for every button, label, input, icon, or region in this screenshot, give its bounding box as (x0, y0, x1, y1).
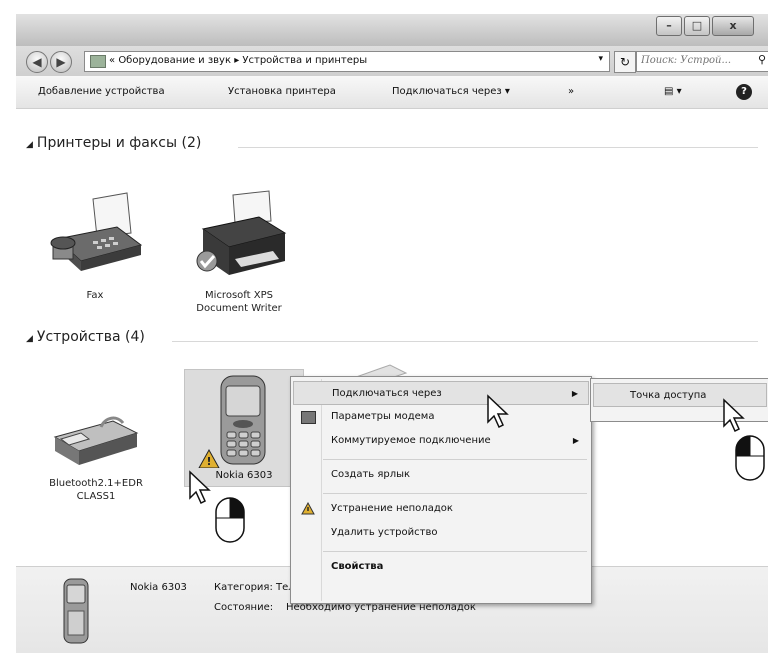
devices-printers-window: – □ x ◀ ▶ « Оборудование и звук ▸ Устрой… (16, 14, 768, 653)
mouse-pointer-icon (189, 470, 211, 505)
back-arrow-icon: ◀ (32, 55, 42, 69)
menu-item-modem-params[interactable]: Параметры модема (293, 405, 589, 429)
mouse-pointer-icon (487, 394, 509, 429)
fax-icon (50, 192, 143, 271)
command-bar: Добавление устройства Установка принтера… (16, 76, 768, 109)
menu-item-label: Удалить устройство (331, 527, 438, 538)
details-device-name: Nokia 6303 (130, 582, 187, 593)
menu-item-label: Коммутируемое подключение (331, 435, 491, 446)
menu-item-connect-via[interactable]: Подключаться через ▶ (293, 381, 589, 405)
search-box[interactable]: ⚲ (636, 51, 768, 72)
minimize-button[interactable]: – (656, 16, 682, 36)
breadcrumb: « Оборудование и звук ▸ Устройства и при… (109, 54, 367, 68)
address-bar[interactable]: « Оборудование и звук ▸ Устройства и при… (84, 51, 610, 72)
menu-item-dialup[interactable]: Коммутируемое подключение ▶ (293, 429, 589, 453)
menu-separator (323, 493, 587, 494)
details-status-label: Состояние: (214, 602, 274, 613)
xps-writer-label: Microsoft XPS Document Writer (196, 290, 282, 314)
maximize-button[interactable]: □ (684, 16, 710, 36)
menu-item-remove-device[interactable]: Удалить устройство (293, 521, 589, 545)
bluetooth-adapter-label: Bluetooth2.1+EDR CLASS1 (49, 478, 143, 502)
more-commands-button[interactable]: » (568, 76, 574, 108)
menu-item-troubleshoot[interactable]: Устранение неполадок (293, 497, 589, 521)
printers-group-title: Принтеры и факсы (2) (36, 135, 202, 151)
fax-label: Fax (86, 290, 104, 301)
menu-item-label: Подключаться через (332, 388, 442, 399)
svg-text:!: ! (206, 455, 211, 468)
collapse-triangle-icon[interactable]: ◢ (26, 140, 33, 150)
search-input[interactable] (641, 52, 751, 69)
xps-writer-device[interactable]: Microsoft XPS Document Writer (184, 189, 294, 315)
menu-separator (323, 551, 587, 552)
mobile-phone-thumbnail-icon (63, 578, 89, 644)
menu-separator (323, 459, 587, 460)
menu-item-label: Точка доступа (630, 390, 707, 401)
maximize-icon: □ (691, 19, 703, 32)
back-button[interactable]: ◀ (26, 51, 48, 73)
menu-item-label: Создать ярлык (331, 469, 411, 480)
address-dropdown-icon[interactable]: ▾ (598, 54, 603, 64)
modem-icon (301, 411, 316, 424)
printer-icon (196, 190, 287, 275)
mouse-pointer-icon (723, 398, 745, 433)
printers-group-header[interactable]: ◢ Принтеры и факсы (2) (26, 135, 201, 151)
details-category-label: Категория: (214, 582, 273, 593)
bluetooth-adapter-device[interactable]: Bluetooth2.1+EDR CLASS1 (36, 401, 156, 503)
breadcrumb-hardware[interactable]: Оборудование и звук (118, 55, 231, 66)
context-menu: Подключаться через ▶ Параметры модема Ко… (290, 376, 592, 604)
menu-item-label: Свойства (331, 561, 384, 572)
left-click-mouse-icon (735, 435, 765, 481)
close-button[interactable]: x (712, 16, 754, 36)
refresh-icon: ↻ (619, 55, 631, 69)
submenu-arrow-icon: ▶ (571, 389, 578, 398)
menu-item-properties[interactable]: Свойства (293, 555, 589, 579)
group-divider (172, 341, 758, 342)
view-options-button[interactable]: ▤ ▾ (664, 76, 682, 108)
mobile-phone-icon: ! (198, 375, 266, 468)
close-icon: x (729, 19, 737, 32)
group-divider (238, 147, 758, 148)
breadcrumb-prefix: « (109, 55, 116, 66)
add-printer-button[interactable]: Установка принтера (228, 76, 336, 108)
devices-group-header[interactable]: ◢ Устройства (4) (26, 329, 145, 345)
help-icon: ? (741, 86, 747, 97)
address-row: ◀ ▶ « Оборудование и звук ▸ Устройства и… (16, 46, 768, 76)
collapse-triangle-icon[interactable]: ◢ (26, 334, 33, 344)
forward-button[interactable]: ▶ (50, 51, 72, 73)
menu-item-label: Устранение неполадок (331, 503, 453, 514)
right-click-mouse-icon (215, 497, 245, 543)
breadcrumb-devices[interactable]: Устройства и принтеры (242, 55, 367, 66)
warning-icon (301, 502, 315, 515)
refresh-button[interactable]: ↻ (614, 51, 636, 73)
breadcrumb-separator[interactable]: ▸ (234, 55, 239, 66)
devices-group-title: Устройства (4) (36, 329, 145, 345)
search-icon[interactable]: ⚲ (758, 53, 766, 66)
menu-item-create-shortcut[interactable]: Создать ярлык (293, 463, 589, 487)
connect-via-button[interactable]: Подключаться через ▾ (392, 76, 510, 108)
submenu-arrow-icon: ▶ (572, 436, 579, 445)
fax-device[interactable]: Fax (40, 189, 150, 302)
help-button[interactable]: ? (736, 84, 752, 100)
minimize-icon: – (666, 19, 672, 32)
devices-folder-icon (90, 55, 106, 68)
menu-item-label: Параметры модема (331, 411, 435, 422)
title-bar: – □ x (16, 14, 768, 46)
forward-arrow-icon: ▶ (56, 55, 66, 69)
usb-adapter-icon (53, 416, 139, 465)
add-device-button[interactable]: Добавление устройства (38, 76, 165, 108)
